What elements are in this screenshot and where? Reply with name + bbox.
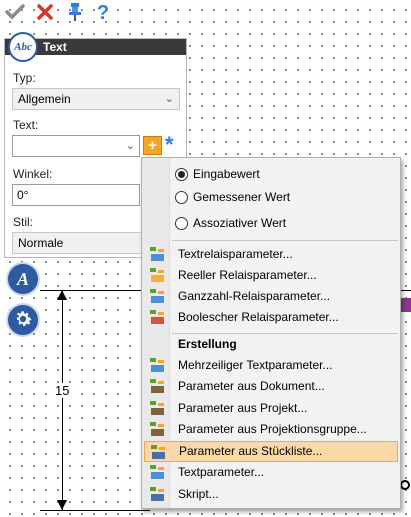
- menu-item-label: Mehrzeiliger Textparameter...: [178, 358, 333, 372]
- help-icon: ?: [96, 1, 110, 24]
- settings-button[interactable]: [6, 303, 40, 337]
- help-button[interactable]: ?: [92, 2, 114, 24]
- menu-item[interactable]: Reeller Relaisparameter...: [144, 265, 398, 286]
- integer-relay-icon: [149, 288, 166, 305]
- radio-label: Eingabewert: [193, 167, 260, 181]
- chevron-down-icon: ⌄: [125, 140, 135, 152]
- menu-item-label: Textparameter...: [178, 465, 265, 479]
- text-label: Text:: [13, 118, 39, 132]
- menu-item-label: Reeller Relaisparameter...: [178, 268, 317, 282]
- pin-icon: [67, 2, 83, 25]
- menu-item[interactable]: Skript...: [144, 484, 398, 505]
- pin-button[interactable]: [64, 2, 86, 24]
- bom-parameter-icon: [150, 444, 167, 461]
- menu-item[interactable]: Parameter aus Stückliste...: [144, 441, 398, 462]
- text-style-button[interactable]: A: [6, 262, 40, 296]
- dimension-arrow-top: [57, 290, 67, 300]
- text-parameter-icon: [149, 464, 166, 481]
- menu-item[interactable]: Mehrzeiliger Textparameter...: [144, 355, 398, 376]
- angle-label: Winkel:: [13, 167, 53, 181]
- close-icon: [36, 3, 54, 24]
- radio-button: [175, 217, 188, 230]
- menu-radio-2[interactable]: Gemessener Wert: [142, 188, 400, 208]
- type-select[interactable]: Allgemein ⌄: [12, 88, 180, 110]
- menu-item[interactable]: Parameter aus Projektionsgruppe...: [144, 419, 398, 440]
- text-relay-icon: [149, 246, 166, 263]
- gear-icon: [12, 308, 34, 333]
- menu-item-label: Boolescher Relaisparameter...: [178, 310, 339, 324]
- drawing-edge: [400, 290, 411, 291]
- plus-icon: +: [148, 137, 157, 154]
- menu-item[interactable]: Textparameter...: [144, 462, 398, 483]
- type-select-value: Allgemein: [18, 92, 71, 106]
- dimension-value: 15: [53, 383, 72, 398]
- dimension-extension-bottom: [40, 510, 150, 511]
- radio-button: [175, 191, 188, 204]
- angle-input-value: 0°: [17, 188, 29, 202]
- boolean-relay-icon: [149, 309, 166, 326]
- chevron-down-icon: ⌄: [164, 93, 174, 105]
- parameter-context-menu: Erstellung Eingabewert Gemessener Wert Ass…: [141, 157, 401, 509]
- menu-section-header: Erstellung: [178, 337, 237, 351]
- menu-item-label: Textrelaisparameter...: [178, 247, 293, 261]
- menu-item[interactable]: Parameter aus Projekt...: [144, 398, 398, 419]
- menu-item[interactable]: Ganzzahl-Relaisparameter...: [144, 286, 398, 307]
- menu-item-label: Parameter aus Dokument...: [178, 379, 325, 393]
- drawing-node: [400, 480, 410, 490]
- asterisk-icon[interactable]: *: [165, 132, 174, 158]
- menu-item-label: Parameter aus Projektionsgruppe...: [178, 422, 367, 436]
- add-parameter-button[interactable]: +: [143, 136, 162, 155]
- project-parameter-icon: [149, 400, 166, 417]
- radio-label: Gemessener Wert: [193, 190, 291, 204]
- multiline-text-icon: [149, 357, 166, 374]
- document-parameter-icon: [149, 378, 166, 395]
- dimension-arrow-bottom: [57, 500, 67, 510]
- confirm-button[interactable]: [4, 2, 26, 24]
- radio-button: [175, 168, 188, 181]
- projection-group-icon: [149, 421, 166, 438]
- check-icon: [5, 3, 25, 24]
- style-select-value: Normale: [18, 236, 64, 250]
- menu-item-label: Parameter aus Stückliste...: [179, 444, 323, 458]
- angle-input[interactable]: 0°: [12, 184, 140, 206]
- radio-label: Assoziativer Wert: [193, 216, 287, 230]
- menu-separator: [172, 333, 398, 334]
- menu-item[interactable]: Textrelaisparameter...: [144, 244, 398, 265]
- dimension-line: [62, 290, 63, 510]
- menu-radio-1[interactable]: Eingabewert: [142, 165, 400, 185]
- menu-item-label: Skript...: [178, 487, 219, 501]
- menu-radio-3[interactable]: Assoziativer Wert: [142, 214, 400, 234]
- menu-item[interactable]: Parameter aus Dokument...: [144, 376, 398, 397]
- text-input[interactable]: ⌄: [12, 135, 140, 157]
- script-icon: [149, 486, 166, 503]
- menu-item[interactable]: Boolescher Relaisparameter...: [144, 307, 398, 328]
- style-select[interactable]: Normale: [12, 232, 142, 254]
- drawing-element: [401, 298, 411, 312]
- font-style-icon: A: [16, 268, 29, 289]
- menu-item-label: Ganzzahl-Relaisparameter...: [178, 289, 331, 303]
- style-label: Stil:: [13, 215, 34, 229]
- menu-separator: [172, 240, 398, 241]
- cancel-button[interactable]: [34, 2, 56, 24]
- menu-item-label: Parameter aus Projekt...: [178, 401, 308, 415]
- type-label: Typ:: [13, 71, 36, 85]
- text-abc-icon: Abc: [8, 32, 38, 62]
- real-relay-icon: [149, 267, 166, 284]
